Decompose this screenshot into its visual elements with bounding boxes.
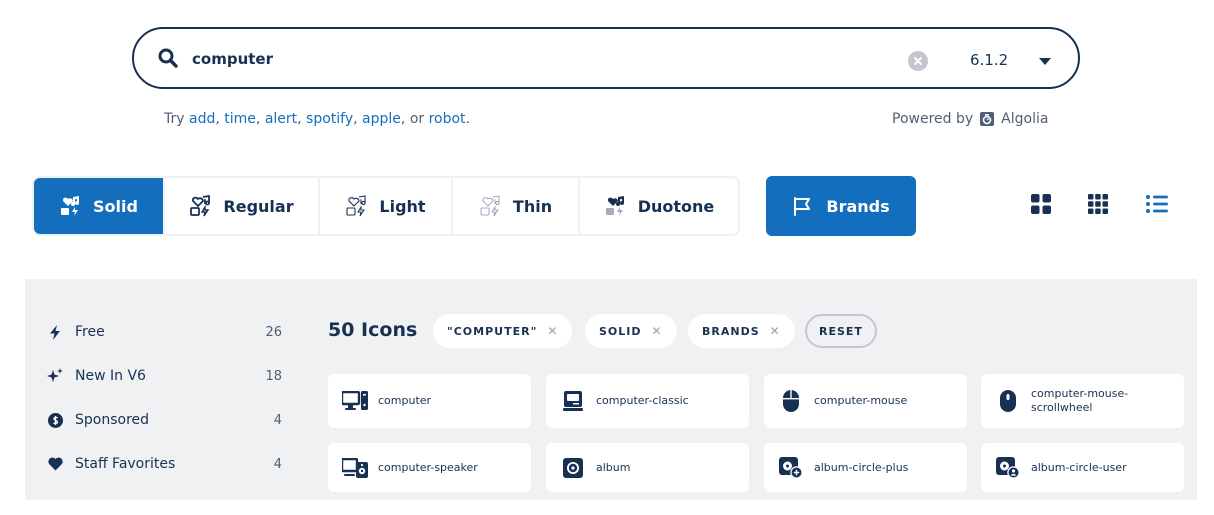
album-circle-user-icon — [995, 455, 1021, 481]
suggestions-end: . — [465, 111, 471, 127]
powered-label: Powered by — [892, 111, 974, 127]
chip-label: "COMPUTER" — [447, 324, 538, 338]
card-label: computer — [378, 394, 432, 407]
card-label-line: computer-mouse- — [1031, 387, 1129, 400]
icon-card-computer-mouse-scrollwheel[interactable]: computer-mouse-scrollwheel — [981, 374, 1184, 428]
icon-card-album-circle-plus[interactable]: album-circle-plus — [764, 443, 967, 492]
computer-mouse-scrollwheel-icon — [995, 388, 1021, 414]
suggestions-connector: or — [409, 111, 425, 127]
album-circle-plus-icon — [778, 455, 804, 481]
filter-label: Free — [75, 324, 105, 340]
brands-label: Brands — [826, 196, 890, 216]
filter-free[interactable]: Free 26 — [47, 324, 282, 340]
tab-regular[interactable]: Regular — [165, 178, 320, 234]
suggestion-link[interactable]: alert — [265, 111, 297, 127]
card-label: computer-classic — [596, 394, 689, 407]
icon-card-album-circle-user[interactable]: album-circle-user — [981, 443, 1184, 492]
grid-small-icon[interactable] — [1088, 194, 1108, 214]
suggestion-link[interactable]: apple — [362, 111, 401, 127]
chip-label: SOLID — [599, 324, 642, 338]
card-label: album-circle-user — [1031, 460, 1127, 474]
brands-button[interactable]: Brands — [766, 176, 916, 236]
light-style-icon — [345, 195, 367, 217]
version-select[interactable]: 6.1.2 — [970, 47, 1074, 73]
filter-chip[interactable]: SOLID ✕ — [585, 314, 677, 348]
search-icon — [158, 48, 178, 68]
computer-mouse-icon — [778, 388, 804, 414]
duotone-style-icon — [604, 195, 626, 217]
filter-chip[interactable]: BRANDS ✕ — [688, 314, 795, 348]
results-count: 50 Icons — [328, 319, 418, 341]
results-panel: Free 26 New In V6 18 Sponsored 4 Staff F… — [25, 279, 1197, 500]
reset-label: RESET — [819, 324, 863, 338]
suggestion-link[interactable]: spotify — [306, 111, 353, 127]
reset-button[interactable]: RESET — [805, 314, 877, 348]
suggestions-prefix: Try — [164, 111, 185, 127]
filter-staff-favorites[interactable]: Staff Favorites 4 — [47, 456, 282, 472]
computer-speaker-icon — [342, 455, 368, 481]
flag-icon — [792, 196, 812, 216]
algolia-label: Algolia — [1001, 111, 1049, 127]
search-bar: 6.1.2 — [132, 27, 1080, 89]
computer-classic-icon — [560, 388, 586, 414]
tab-label: Thin — [512, 196, 553, 216]
icon-card-computer-mouse[interactable]: computer-mouse — [764, 374, 967, 428]
bolt-icon — [47, 324, 63, 340]
algolia-logo-icon — [979, 111, 995, 127]
filter-label: Sponsored — [75, 412, 150, 428]
sparkles-icon — [47, 368, 63, 384]
filter-sponsored[interactable]: Sponsored 4 — [47, 412, 282, 428]
card-label: album — [596, 460, 631, 474]
regular-style-icon — [189, 195, 211, 217]
card-label: computer-mouse — [814, 394, 908, 407]
suggestion-link[interactable]: add — [189, 111, 215, 127]
caret-down-icon — [1038, 57, 1052, 66]
dollar-circle-icon — [47, 412, 63, 428]
remove-chip-icon[interactable]: ✕ — [652, 324, 663, 338]
card-label: album-circle-plus — [814, 460, 909, 474]
tab-thin[interactable]: Thin — [453, 178, 580, 234]
card-label: computer-speaker — [378, 460, 478, 474]
card-label: computer-mouse-scrollwheel — [1031, 387, 1128, 415]
card-label-line: scrollwheel — [1031, 401, 1093, 414]
suggestion-link[interactable]: robot — [429, 111, 466, 127]
filter-label: Staff Favorites — [75, 456, 176, 472]
icon-card-computer[interactable]: computer — [328, 374, 531, 428]
tab-duotone[interactable]: Duotone — [580, 178, 738, 234]
icon-card-computer-speaker[interactable]: computer-speaker — [328, 443, 531, 492]
suggestion-link[interactable]: time — [224, 111, 256, 127]
filter-count: 4 — [273, 456, 282, 472]
clear-search-icon[interactable] — [908, 51, 928, 71]
search-suggestions: Try add, time, alert, spotify, apple, or… — [164, 111, 471, 127]
solid-style-icon — [59, 195, 81, 217]
icon-card-computer-classic[interactable]: computer-classic — [546, 374, 749, 428]
computer-icon — [342, 388, 368, 414]
style-tabs: Solid Regular Light Thin Duotone — [32, 176, 740, 236]
icon-card-album[interactable]: album — [546, 443, 749, 492]
tab-light[interactable]: Light — [320, 178, 453, 234]
album-icon — [560, 455, 586, 481]
tab-label: Regular — [223, 196, 294, 216]
filter-label: New In V6 — [75, 368, 146, 384]
grid-large-icon[interactable] — [1031, 194, 1051, 214]
powered-by[interactable]: Powered by Algolia — [892, 111, 1048, 127]
tab-solid[interactable]: Solid — [34, 178, 165, 234]
filter-count: 26 — [265, 324, 282, 340]
search-input[interactable] — [192, 43, 832, 75]
tab-label: Light — [379, 196, 426, 216]
version-label: 6.1.2 — [970, 51, 1009, 69]
tab-label: Solid — [93, 196, 138, 216]
remove-chip-icon[interactable]: ✕ — [770, 324, 781, 338]
heart-icon — [47, 457, 63, 471]
filter-new-in-v6[interactable]: New In V6 18 — [47, 368, 282, 384]
chip-label: BRANDS — [702, 324, 760, 338]
thin-style-icon — [479, 195, 501, 217]
filter-count: 18 — [265, 368, 282, 384]
list-icon[interactable] — [1146, 194, 1168, 214]
tab-label: Duotone — [637, 196, 715, 216]
filter-count: 4 — [273, 412, 282, 428]
filter-chip[interactable]: "COMPUTER" ✕ — [433, 314, 573, 348]
remove-chip-icon[interactable]: ✕ — [547, 324, 558, 338]
